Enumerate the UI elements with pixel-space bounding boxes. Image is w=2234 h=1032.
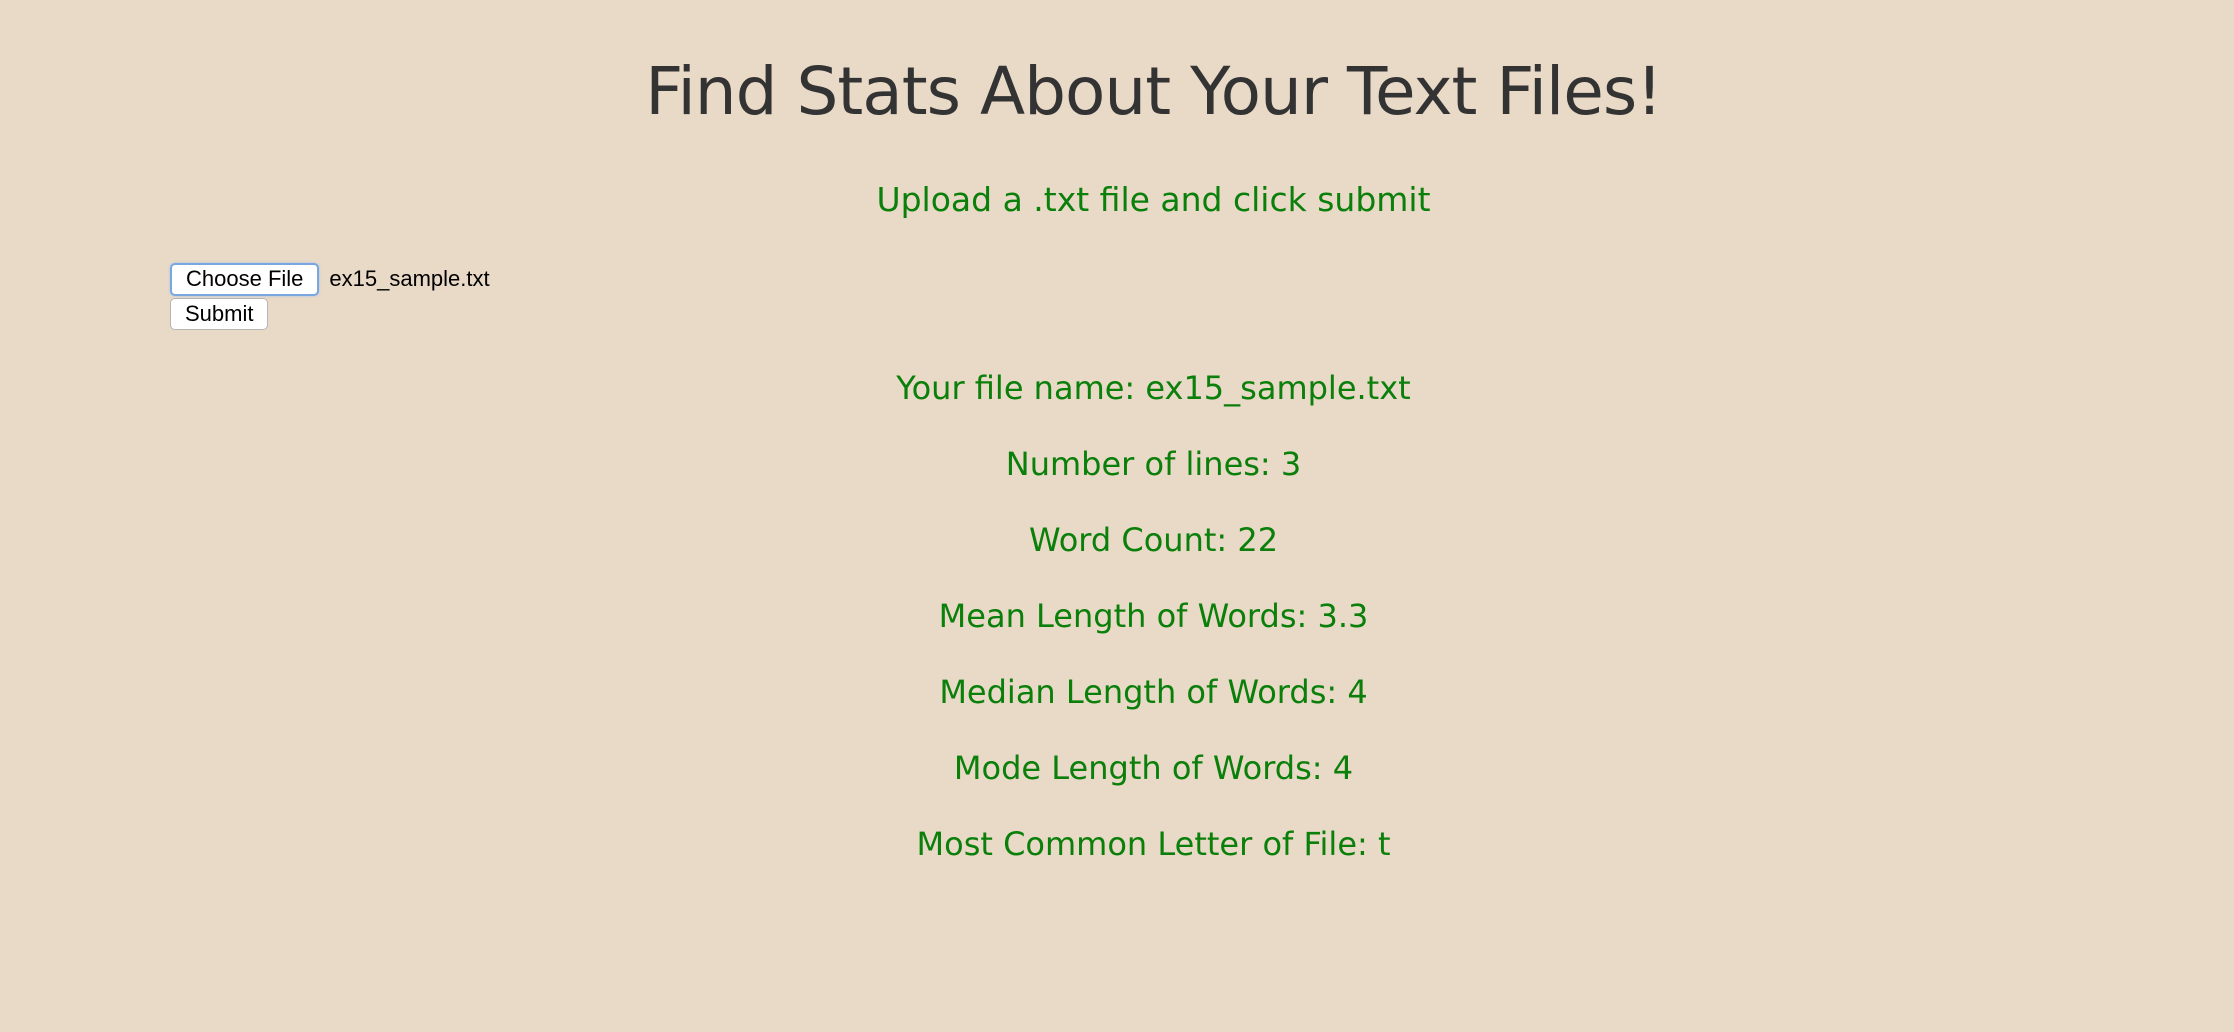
stat-word-count: Word Count: 22 xyxy=(1028,521,1279,559)
stat-line-count: Number of lines: 3 xyxy=(1005,445,1302,483)
stats-list: Your file name: ex15_sample.txt Number o… xyxy=(0,362,2234,894)
page-subtitle: Upload a .txt file and click submit xyxy=(876,180,1431,219)
upload-form: Choose File ex15_sample.txt Submit xyxy=(170,261,490,330)
stat-mean-word-length: Mean Length of Words: 3.3 xyxy=(938,597,1369,635)
stat-file-name: Your file name: ex15_sample.txt xyxy=(896,369,1411,407)
stat-mode-word-length: Mode Length of Words: 4 xyxy=(953,749,1354,787)
file-input-row: Choose File ex15_sample.txt xyxy=(170,261,490,297)
selected-file-name: ex15_sample.txt xyxy=(329,266,490,291)
stat-median-word-length: Median Length of Words: 4 xyxy=(939,673,1368,711)
choose-file-button[interactable]: Choose File xyxy=(170,262,320,296)
submit-button[interactable]: Submit xyxy=(170,298,269,330)
page-title: Find Stats About Your Text Files! xyxy=(645,53,1662,130)
stat-most-common-letter: Most Common Letter of File: t xyxy=(916,825,1391,863)
